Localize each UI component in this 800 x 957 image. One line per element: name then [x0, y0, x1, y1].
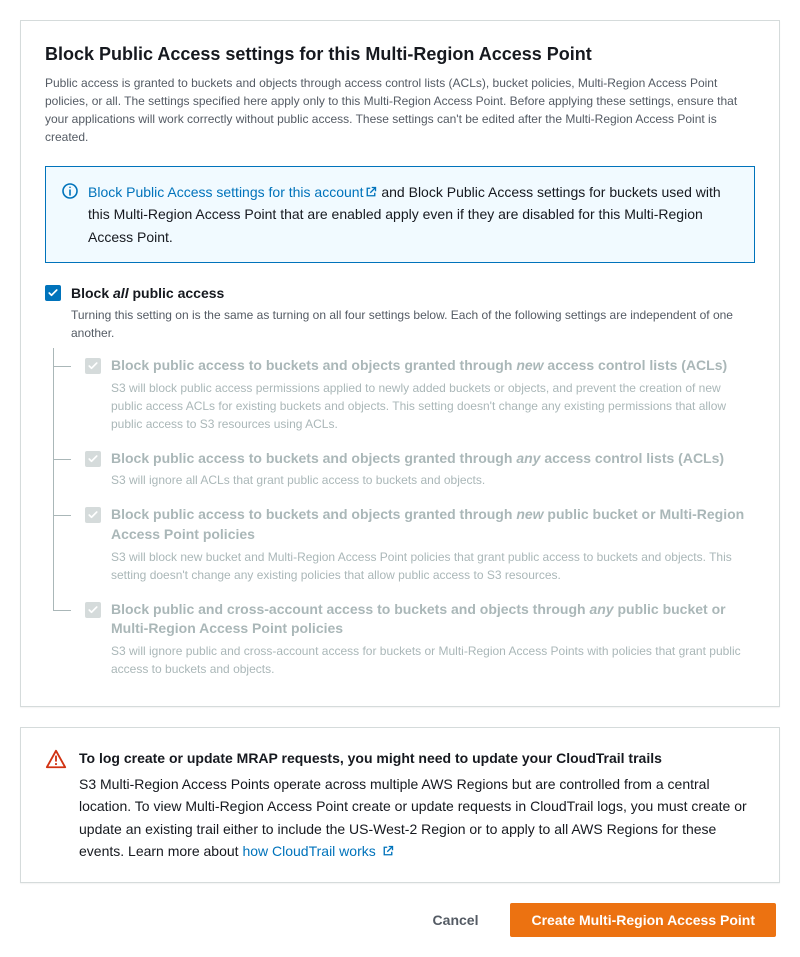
cloudtrail-link[interactable]: how CloudTrail works — [242, 843, 393, 859]
info-text: Block Public Access settings for this ac… — [88, 181, 738, 248]
sub-desc: S3 will ignore public and cross-account … — [111, 642, 755, 678]
create-button[interactable]: Create Multi-Region Access Point — [510, 903, 776, 937]
sub-checkbox — [85, 451, 101, 467]
sub-label: Block public and cross-account access to… — [111, 600, 755, 639]
info-icon — [62, 183, 78, 199]
sub-setting-new-acls: Block public access to buckets and objec… — [53, 348, 755, 441]
sub-desc: S3 will block new bucket and Multi-Regio… — [111, 548, 755, 584]
panel-description: Public access is granted to buckets and … — [45, 74, 755, 146]
cancel-button[interactable]: Cancel — [413, 904, 499, 936]
sub-setting-new-policies: Block public access to buckets and objec… — [53, 497, 755, 591]
info-alert: Block Public Access settings for this ac… — [45, 166, 755, 263]
cloudtrail-warning-panel: To log create or update MRAP requests, y… — [20, 727, 780, 884]
sub-label: Block public access to buckets and objec… — [111, 449, 724, 469]
block-all-desc: Turning this setting on is the same as t… — [71, 306, 755, 342]
sub-setting-any-policies: Block public and cross-account access to… — [53, 592, 755, 686]
warning-icon — [45, 748, 67, 770]
external-link-icon — [382, 841, 394, 853]
panel-title: Block Public Access settings for this Mu… — [45, 41, 755, 68]
sub-checkbox — [85, 358, 101, 374]
sub-setting-any-acls: Block public access to buckets and objec… — [53, 441, 755, 498]
bpa-account-link[interactable]: Block Public Access settings for this ac… — [88, 184, 377, 200]
sub-checkbox — [85, 602, 101, 618]
block-public-access-panel: Block Public Access settings for this Mu… — [20, 20, 780, 707]
warning-title: To log create or update MRAP requests, y… — [79, 748, 755, 769]
sub-label: Block public access to buckets and objec… — [111, 505, 755, 544]
warning-text: S3 Multi-Region Access Points operate ac… — [79, 773, 755, 863]
sub-desc: S3 will ignore all ACLs that grant publi… — [111, 471, 724, 489]
block-all-checkbox[interactable] — [45, 285, 61, 301]
sub-label: Block public access to buckets and objec… — [111, 356, 755, 376]
block-all-label: Block all public access — [71, 283, 755, 304]
sub-desc: S3 will block public access permissions … — [111, 379, 755, 433]
sub-settings-tree: Block public access to buckets and objec… — [53, 348, 755, 686]
block-all-row: Block all public access Turning this set… — [45, 283, 755, 342]
sub-checkbox — [85, 507, 101, 523]
action-buttons: Cancel Create Multi-Region Access Point — [20, 903, 780, 937]
external-link-icon — [365, 182, 377, 194]
